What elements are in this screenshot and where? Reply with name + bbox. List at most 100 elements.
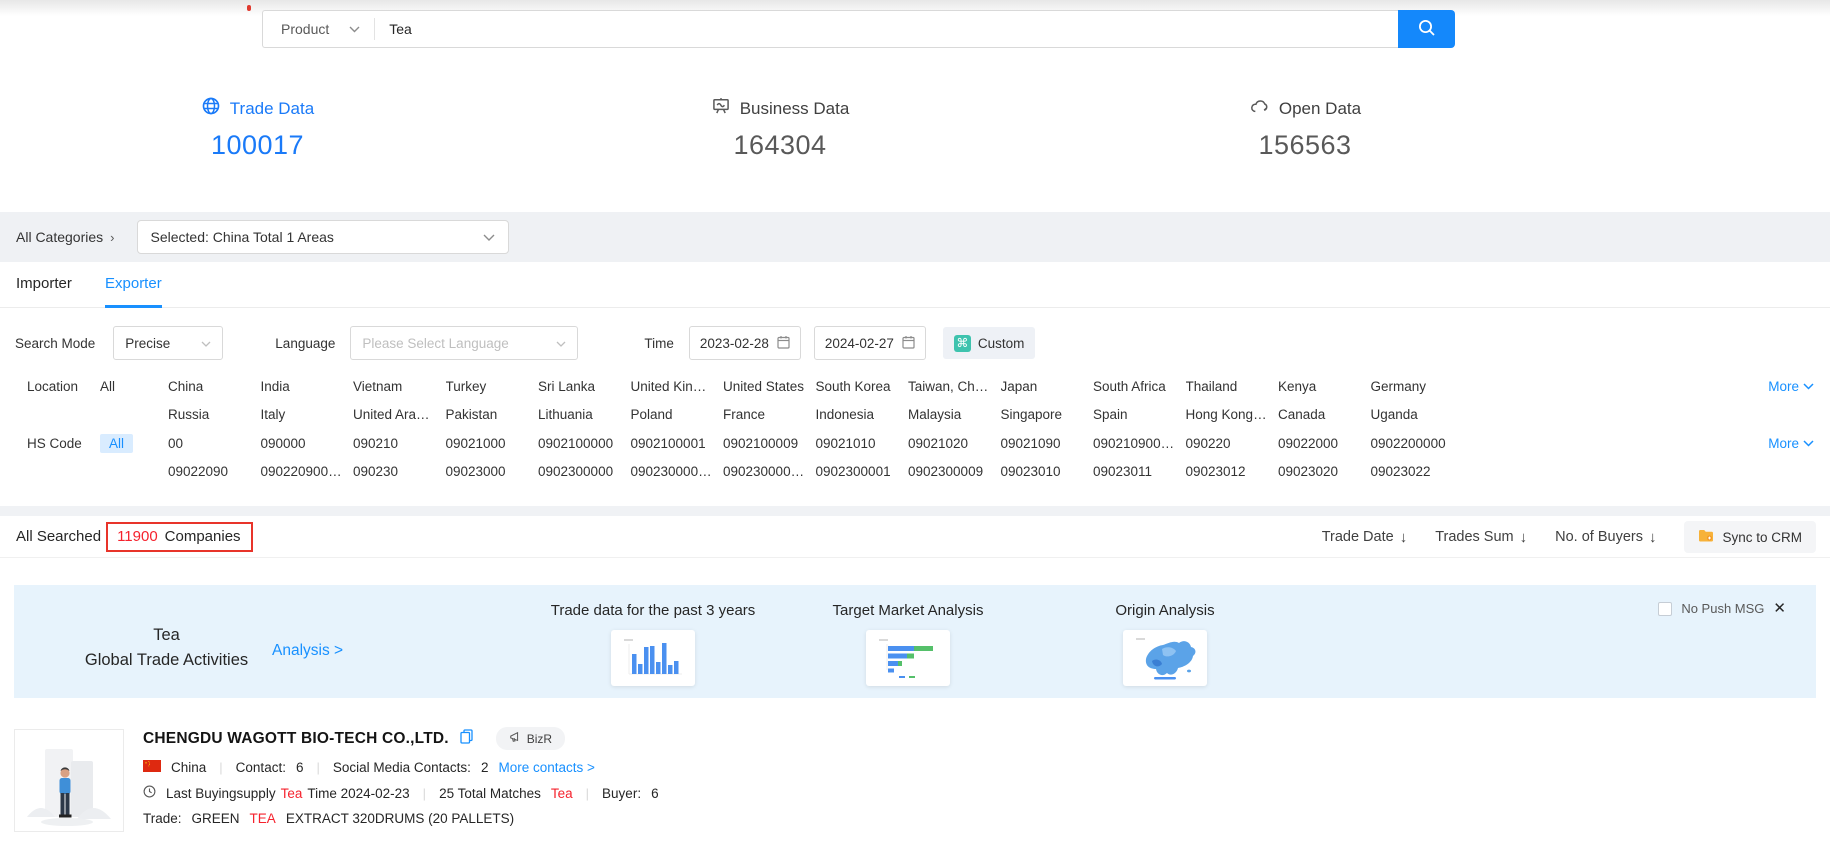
location-option[interactable]: Taiwan, China — [908, 377, 1001, 396]
presentation-chart-icon — [711, 96, 731, 121]
location-more-link[interactable]: More — [1768, 379, 1814, 394]
language-select[interactable]: Please Select Language — [350, 326, 578, 360]
location-option[interactable]: Singapore — [1001, 405, 1094, 424]
hs-code-option[interactable]: 0902300001 — [816, 462, 909, 481]
hs-code-option[interactable]: 0902300000 — [538, 462, 631, 481]
hs-code-option[interactable]: 09022000 — [1278, 434, 1371, 453]
location-option[interactable]: Japan — [1001, 377, 1094, 396]
selected-area-dropdown[interactable]: Selected: China Total 1 Areas — [137, 220, 509, 254]
hs-code-option[interactable]: 09023000000 — [631, 462, 724, 481]
hs-code-option[interactable]: 00 — [168, 434, 261, 453]
hs-code-option[interactable]: 0902100001 — [631, 434, 724, 453]
location-option[interactable]: South Africa — [1093, 377, 1186, 396]
stat-trade-data[interactable]: Trade Data 100017 — [170, 96, 345, 161]
location-option[interactable]: Thailand — [1186, 377, 1279, 396]
location-option[interactable]: United Arab E... — [353, 405, 446, 424]
stat-business-data[interactable]: Business Data 164304 — [690, 96, 870, 161]
sync-to-crm-button[interactable]: Sync to CRM — [1684, 521, 1816, 553]
activity-pre: Last Buyingsupply — [166, 786, 276, 801]
location-option[interactable]: Turkey — [446, 377, 539, 396]
company-name-link[interactable]: CHENGDU WAGOTT BIO-TECH CO.,LTD. — [143, 730, 449, 748]
target-market-card[interactable]: Target Market Analysis — [768, 602, 1048, 686]
end-date-input[interactable]: 2024-02-27 — [814, 326, 926, 360]
location-option[interactable]: Lithuania — [538, 405, 631, 424]
hs-code-option[interactable]: 09022090000 — [261, 462, 354, 481]
hs-code-option[interactable]: 090210 — [353, 434, 446, 453]
location-option[interactable]: Sri Lanka — [538, 377, 631, 396]
selected-area-value: Selected: China Total 1 Areas — [151, 229, 334, 245]
sort-option[interactable]: No. of Buyers↓ — [1555, 529, 1656, 546]
location-option[interactable]: India — [261, 377, 354, 396]
location-option[interactable]: Hong Kong, C... — [1186, 405, 1279, 424]
location-option[interactable]: United Kingdo... — [631, 377, 724, 396]
location-option[interactable]: Malaysia — [908, 405, 1001, 424]
horizontal-bar-chart-thumbnail — [866, 630, 950, 686]
tab-exporter[interactable]: Exporter — [105, 275, 162, 308]
hs-code-option[interactable]: 090220 — [1186, 434, 1279, 453]
hs-code-all-option[interactable]: All — [100, 434, 133, 453]
hs-code-option[interactable]: 09021090000 — [1093, 434, 1186, 453]
tab-importer[interactable]: Importer — [16, 275, 72, 305]
search-mode-select[interactable]: Precise — [113, 326, 223, 360]
divider: | — [216, 760, 225, 775]
location-option[interactable]: China — [168, 377, 261, 396]
hs-code-option[interactable]: 090230000000 — [723, 462, 816, 481]
no-push-checkbox[interactable] — [1658, 602, 1672, 616]
location-option[interactable]: Italy — [261, 405, 354, 424]
close-icon[interactable]: ✕ — [1773, 601, 1786, 616]
more-contacts-link[interactable]: More contacts > — [498, 760, 594, 775]
hs-code-option[interactable]: 09021010 — [816, 434, 909, 453]
hs-code-option[interactable]: 09023022 — [1371, 462, 1464, 481]
location-option[interactable]: Canada — [1278, 405, 1371, 424]
search-button[interactable] — [1398, 10, 1455, 48]
bizr-label: BizR — [527, 732, 552, 746]
location-option[interactable]: Kenya — [1278, 377, 1371, 396]
location-option[interactable]: United States — [723, 377, 816, 396]
location-all-option[interactable]: All — [100, 377, 168, 394]
hs-code-option[interactable]: 09022090 — [168, 462, 261, 481]
banner-title: Tea Global Trade Activities — [69, 623, 264, 673]
location-option[interactable]: Pakistan — [446, 405, 539, 424]
start-date-input[interactable]: 2023-02-28 — [689, 326, 801, 360]
hs-code-option[interactable]: 090230 — [353, 462, 446, 481]
hs-code-option[interactable]: 0902200000 — [1371, 434, 1464, 453]
custom-time-button[interactable]: ⌘ Custom — [943, 327, 1036, 359]
hs-code-option[interactable]: 09021090 — [1001, 434, 1094, 453]
location-option[interactable]: South Korea — [816, 377, 909, 396]
hs-code-option[interactable]: 09023012 — [1186, 462, 1279, 481]
all-categories-label: All Categories — [16, 229, 103, 245]
hs-code-option[interactable]: 0902300009 — [908, 462, 1001, 481]
analysis-link[interactable]: Analysis > — [272, 642, 343, 660]
hs-code-option[interactable]: 09023011 — [1093, 462, 1186, 481]
search-category-select[interactable]: Product — [263, 11, 374, 47]
location-option[interactable]: Poland — [631, 405, 724, 424]
location-option[interactable]: Germany — [1371, 377, 1464, 396]
hs-code-option[interactable]: 09023010 — [1001, 462, 1094, 481]
location-option[interactable]: Spain — [1093, 405, 1186, 424]
hs-code-option[interactable]: 0902100009 — [723, 434, 816, 453]
hs-code-option[interactable]: 090000 — [261, 434, 354, 453]
stat-open-data[interactable]: Open Data 156563 — [1215, 96, 1395, 161]
company-image[interactable] — [14, 729, 124, 832]
location-option[interactable]: Russia — [168, 405, 261, 424]
origin-analysis-card[interactable]: Origin Analysis — [1025, 602, 1305, 686]
hs-code-option[interactable]: 09023020 — [1278, 462, 1371, 481]
hs-code-option[interactable]: 0902100000 — [538, 434, 631, 453]
bizr-badge[interactable]: BizR — [496, 727, 565, 750]
sort-option[interactable]: Trade Date↓ — [1322, 529, 1408, 546]
sort-option[interactable]: Trades Sum↓ — [1435, 529, 1527, 546]
copy-icon[interactable] — [460, 729, 473, 749]
divider: | — [420, 786, 429, 801]
location-option[interactable]: Vietnam — [353, 377, 446, 396]
location-option[interactable]: France — [723, 405, 816, 424]
hs-code-option[interactable]: 09023000 — [446, 462, 539, 481]
all-categories-link[interactable]: All Categories › — [16, 229, 115, 245]
search-input[interactable] — [375, 21, 1398, 37]
hs-code-option[interactable]: 09021000 — [446, 434, 539, 453]
buyer-value: 6 — [651, 786, 659, 801]
hs-code-more-link[interactable]: More — [1768, 436, 1814, 451]
location-option[interactable]: Indonesia — [816, 405, 909, 424]
hs-code-option[interactable]: 09021020 — [908, 434, 1001, 453]
location-option[interactable]: Uganda — [1371, 405, 1464, 424]
trade-data-card[interactable]: Trade data for the past 3 years — [513, 602, 793, 686]
